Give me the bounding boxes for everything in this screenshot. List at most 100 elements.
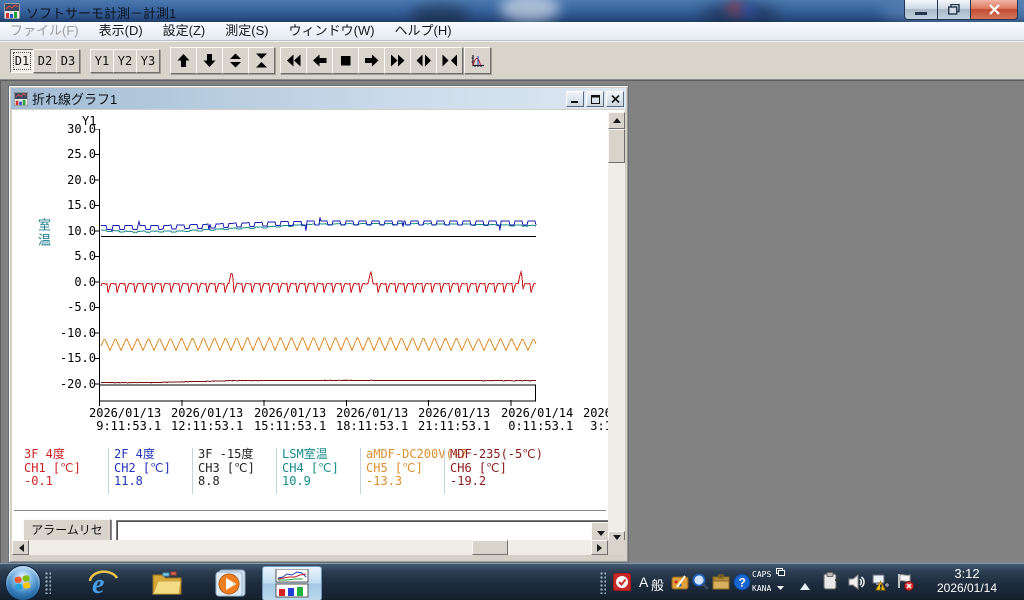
series-ch2 [101,217,536,231]
ime-conversion-indicator[interactable]: 般 [651,575,664,594]
antivirus-tray-icon[interactable] [613,573,631,591]
channel-name: aMDF-DC200V(+7 [366,448,450,462]
explorer-taskbar-button[interactable] [150,567,184,599]
menu-measure[interactable]: 測定(S) [215,22,278,40]
menu-window[interactable]: ウィンドウ(W) [279,22,385,40]
channel-value: -13.3 [366,475,450,489]
child-close-icon [611,95,620,103]
child-maximize-button[interactable] [586,91,604,107]
toolbar-button-stop[interactable] [332,47,359,74]
child-close-button[interactable] [606,91,624,107]
toolbar-button-compress-horizontal[interactable] [436,47,463,74]
toolbar-button-d3[interactable]: D3 [56,49,80,73]
channel-value: 11.8 [114,475,198,489]
window-title: ソフトサーモ計測－計測1 [26,3,176,22]
removable-hardware-icon[interactable] [822,572,840,590]
menu-settings[interactable]: 設定(Z) [153,22,216,40]
pan-left-icon [312,53,328,68]
step-down-icon [202,53,218,68]
toolbar-button-expand-horizontal[interactable] [410,47,437,74]
toolbar-button-graph-settings[interactable] [464,47,491,74]
toolbar-button-y3[interactable]: Y3 [136,49,160,73]
help-tray-icon[interactable]: ? [733,573,751,591]
toolbar-button-y2[interactable]: Y2 [113,49,137,73]
plot-svg [94,129,539,407]
ime-tools-icon[interactable] [671,573,689,591]
y-tick-label: -5.0 [36,301,96,314]
channel-value: 8.8 [198,475,282,489]
legend-channel-4: LSM室温CH4 [℃]10.9 [276,448,366,494]
scroll-right-button[interactable] [591,540,608,555]
menu-view[interactable]: 表示(D) [89,22,153,40]
vertical-scrollbar[interactable] [608,112,625,548]
main-titlebar[interactable]: ソフトサーモ計測－計測1 [0,0,1024,23]
toolbar-button-pan-left[interactable] [306,47,333,74]
ime-dictionary-icon[interactable] [712,573,730,591]
app-icon [4,3,20,19]
child-minimize-icon [571,95,579,104]
channel-label: CH6 [℃] [450,462,534,476]
legend-channel-6: MDF-235(-5℃)CH6 [℃]-19.2 [444,448,534,494]
minimize-button[interactable] [904,0,938,20]
horizontal-scrollbar[interactable] [12,540,608,555]
toolbar-button-expand-vertical[interactable] [222,47,249,74]
toolbar-button-fast-backward[interactable] [280,47,307,74]
expand-vertical-icon [228,53,244,68]
action-center-flag-icon[interactable] [896,573,914,591]
close-button[interactable] [971,0,1018,20]
network-warning-icon[interactable] [872,573,890,591]
toolbar-button-d2[interactable]: D2 [33,49,57,73]
child-minimize-button[interactable] [566,91,584,107]
channel-name: LSM室温 [282,448,366,462]
fast-backward-icon [286,53,302,68]
chevron-down-icon [597,531,605,540]
series-ch1 [101,272,536,293]
triangle-up-icon [613,114,621,123]
kana-label: KANA [752,584,771,593]
close-icon [989,4,1000,15]
clock[interactable]: 3:12 2026/01/14 [922,566,1012,595]
window-controls [904,0,1018,19]
channel-value: -19.2 [450,475,534,489]
y-tick-label: -10.0 [36,327,96,340]
channel-label: CH5 [℃] [366,462,450,476]
vertical-scroll-thumb[interactable] [608,129,625,163]
ime-mode-indicator[interactable]: A [639,574,648,590]
legend-channel-3: 3F -15度CH3 [℃]8.8 [192,448,282,494]
x-tick-label: 2026/01/13 12:11:53.1 [171,407,243,433]
toolbar-button-step-down[interactable] [196,47,223,74]
start-button[interactable] [5,565,41,600]
horizontal-scroll-thumb[interactable] [472,540,508,555]
ime-pad-icon[interactable] [692,573,710,591]
toolbar-button-y1[interactable]: Y1 [90,49,114,73]
media-player-taskbar-button[interactable] [214,567,248,599]
taskbar-grip[interactable] [45,572,51,594]
restore-button[interactable] [938,0,971,20]
toolbar-button-fast-forward[interactable] [384,47,411,74]
toolbar-button-compress-vertical[interactable] [248,47,275,74]
ime-caps-kana-indicator[interactable]: CAPS KANA [752,568,785,596]
active-app-taskbar-button[interactable] [262,566,322,600]
graph-window-titlebar[interactable]: 折れ線グラフ1 [11,88,626,109]
scroll-up-button[interactable] [608,112,625,129]
y-tick-label: -15.0 [36,352,96,365]
scroll-left-button[interactable] [12,540,29,555]
x-tick-label: 2026/01/13 9:11:53.1 [89,407,161,433]
series-ch5 [101,338,536,350]
menu-file[interactable]: ファイル(F) [0,22,89,40]
tray-grip[interactable] [600,572,606,594]
toolbar-button-d1[interactable]: D1 [10,49,34,73]
toolbar-button-pan-right[interactable] [358,47,385,74]
volume-icon[interactable] [848,573,866,591]
ie-taskbar-button[interactable]: e [86,567,120,599]
menu-help[interactable]: ヘルプ(H) [385,22,462,40]
graph-window: 折れ線グラフ1 Y1 30.025.020.015.010.05.00.0-5.… [8,85,629,563]
series-ch6 [101,380,536,383]
ime-window-icon [776,568,785,576]
y-tick-label: 5.0 [36,250,96,263]
show-hidden-icons-button[interactable] [800,578,810,590]
thermo-app-icon [275,569,309,599]
divider [14,510,606,514]
y-tick-label: 20.0 [36,174,96,187]
toolbar-button-step-up[interactable] [170,47,197,74]
